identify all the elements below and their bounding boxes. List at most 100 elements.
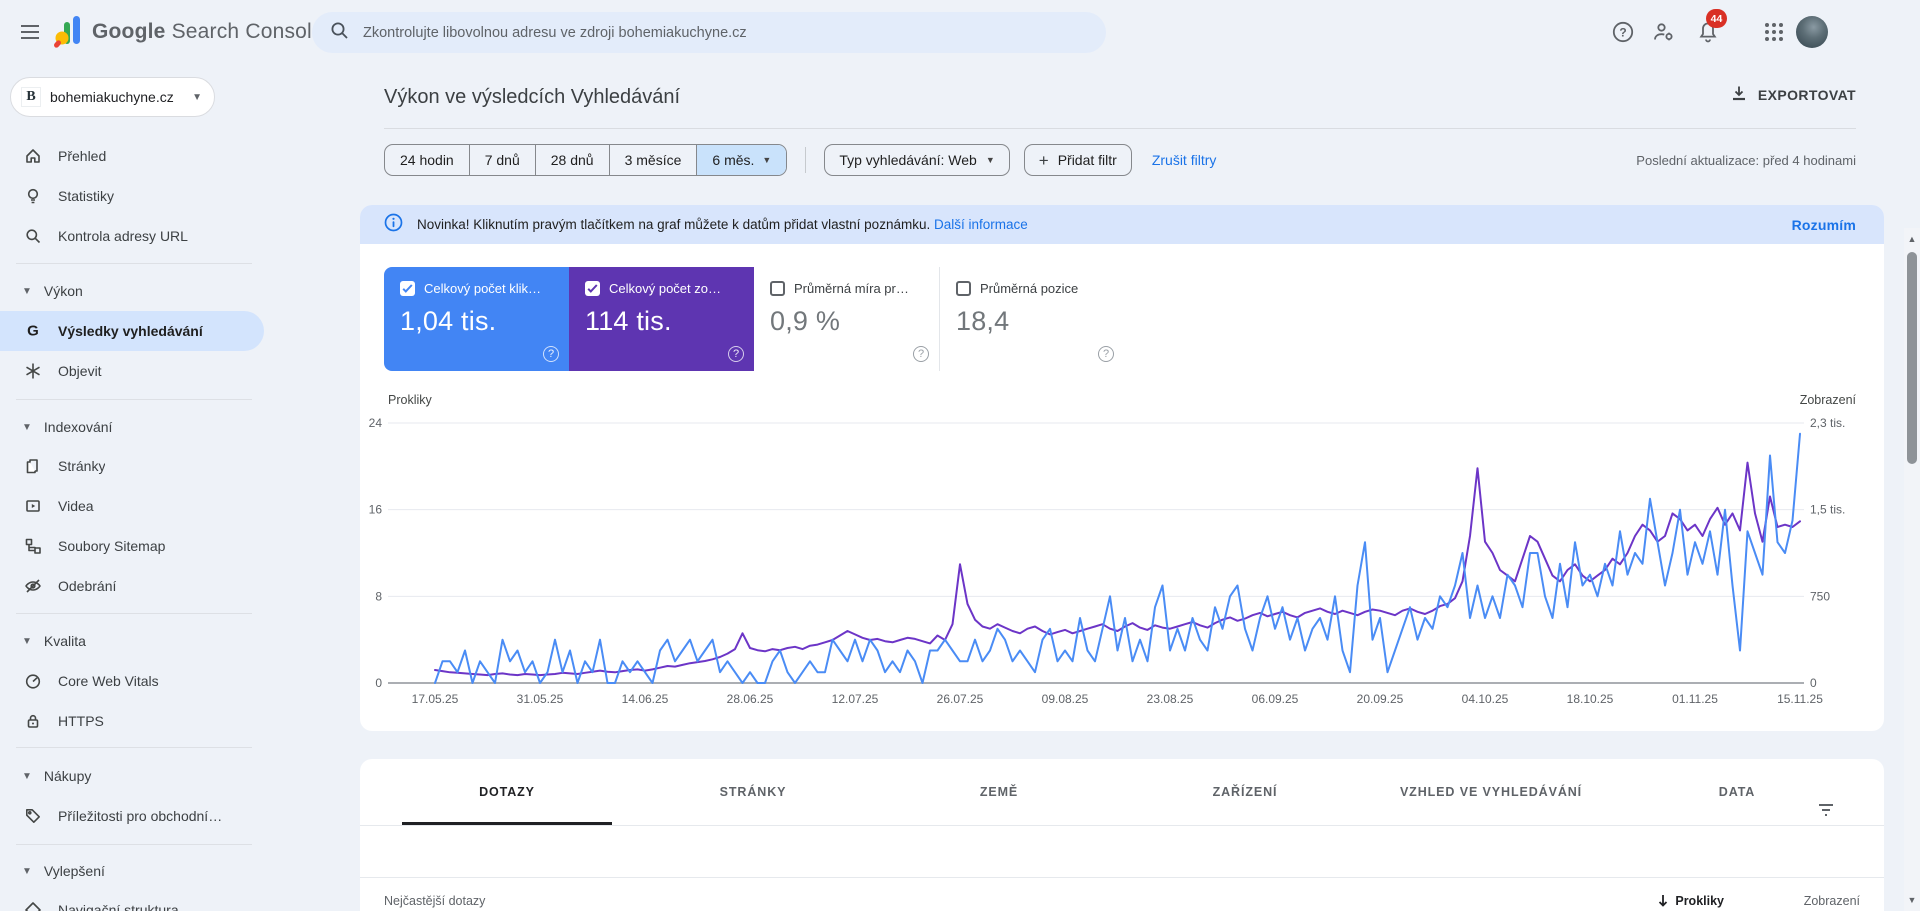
help-icon[interactable]: ? [728, 346, 744, 362]
chevron-down-icon: ▼ [22, 286, 32, 297]
chevron-down-icon: ▼ [22, 866, 32, 877]
svg-text:28.06.25: 28.06.25 [727, 692, 774, 706]
svg-text:31.05.25: 31.05.25 [517, 692, 564, 706]
range-option[interactable]: 28 dnů [535, 145, 609, 175]
metric-label: Celkový počet zo… [609, 281, 721, 296]
sidebar-item-sitemapy[interactable]: Soubory Sitemap [0, 526, 264, 566]
checkbox-unchecked-icon[interactable] [770, 281, 785, 296]
sidebar-item-kontrola-url[interactable]: Kontrola adresy URL [0, 216, 264, 256]
avatar[interactable] [1796, 16, 1828, 48]
home-icon [24, 147, 42, 165]
sidebar-item-objevit[interactable]: Objevit [0, 351, 264, 391]
sidebar-item-odebrani[interactable]: Odebrání [0, 566, 264, 606]
tag-icon [24, 807, 42, 825]
svg-text:23.08.25: 23.08.25 [1147, 692, 1194, 706]
sidebar-item-prehled[interactable]: Přehled [0, 136, 264, 176]
sidebar-item-vysledky-vyhledavani[interactable]: GVýsledky vyhledávání [0, 311, 264, 351]
sidebar-section-nakupy[interactable]: ▼Nákupy [0, 756, 264, 796]
divider [805, 147, 806, 173]
metric-label: Celkový počet klik… [424, 281, 541, 296]
tab-zem-[interactable]: ZEMĚ [876, 759, 1122, 825]
checkbox-checked-icon[interactable] [585, 281, 600, 296]
impressions-header[interactable]: Zobrazení [1724, 894, 1860, 908]
chevron-down-icon: ▼ [986, 155, 995, 165]
metric-card[interactable]: Průměrná pozice18,4? [939, 267, 1124, 371]
sidebar-section-vylepseni[interactable]: ▼Vylepšení [0, 851, 264, 891]
asterisk-icon [24, 362, 42, 380]
sidebar-label: HTTPS [58, 713, 104, 729]
scrollbar-thumb[interactable] [1907, 252, 1917, 464]
diamond-icon [24, 901, 42, 911]
scroll-up-arrow[interactable]: ▲ [1907, 234, 1917, 244]
eyeoff-icon [24, 577, 42, 595]
export-button[interactable]: EXPORTOVAT [1730, 84, 1856, 105]
performance-line-chart[interactable]: ProklikyZobrazení242,3 tis.161,5 tis.875… [360, 382, 1884, 731]
sidebar-item-statistiky[interactable]: Statistiky [0, 176, 264, 216]
sidebar-item-videa[interactable]: Videa [0, 486, 264, 526]
dimensions-panel: DOTAZYSTRÁNKYZEMĚZAŘÍZENÍVZHLED VE VYHLE… [360, 759, 1884, 911]
range-option[interactable]: 7 dnů [469, 145, 535, 175]
sidebar-section-indexovani[interactable]: ▼Indexování [0, 407, 264, 447]
sidebar-label: Nákupy [44, 768, 91, 784]
sort-down-arrow-icon [1657, 894, 1669, 908]
sidebar-label: Odebrání [58, 578, 116, 594]
help-icon[interactable]: ? [913, 346, 929, 362]
tab-dotazy[interactable]: DOTAZY [384, 759, 630, 825]
google-apps-grid-icon[interactable] [1762, 20, 1786, 44]
help-icon[interactable]: ? [1098, 346, 1114, 362]
sidebar-label: Příležitosti pro obchodní… [58, 808, 222, 824]
menu-icon[interactable] [14, 16, 46, 48]
metric-card[interactable]: Celkový počet zo…114 tis.? [569, 267, 754, 371]
help-icon[interactable]: ? [1611, 20, 1635, 44]
vertical-scrollbar[interactable]: ▲ ▼ [1904, 228, 1920, 911]
range-option[interactable]: 24 hodin [385, 145, 469, 175]
sidebar-section-vykon[interactable]: ▼Výkon [0, 271, 264, 311]
range-option[interactable]: 6 měs.▼ [696, 145, 786, 175]
bulb-icon [24, 187, 42, 205]
pages-icon [24, 457, 42, 475]
table-filter-icon[interactable] [1816, 800, 1836, 820]
metric-card[interactable]: Průměrná míra pr…0,9 %? [754, 267, 939, 371]
metric-label: Průměrná pozice [980, 281, 1078, 296]
sidebar-item-navigacni-struktura[interactable]: Navigační struktura [0, 890, 264, 911]
banner-learn-more-link[interactable]: Další informace [934, 217, 1028, 232]
notification-count-badge: 44 [1706, 9, 1727, 28]
sidebar-label: Výsledky vyhledávání [58, 323, 203, 339]
user-settings-icon[interactable] [1652, 20, 1676, 44]
svg-text:06.09.25: 06.09.25 [1252, 692, 1299, 706]
download-icon [1730, 84, 1748, 105]
url-inspection-search-input[interactable]: Zkontrolujte libovolnou adresu ve zdroji… [312, 12, 1106, 53]
tab-za-zen-[interactable]: ZAŘÍZENÍ [1122, 759, 1368, 825]
metric-card[interactable]: Celkový počet klik…1,04 tis.? [384, 267, 569, 371]
sidebar-divider [16, 747, 252, 748]
property-favicon: B [21, 87, 41, 107]
tab-str-nky[interactable]: STRÁNKY [630, 759, 876, 825]
property-selector[interactable]: B bohemiakuchyne.cz ▼ [10, 77, 215, 117]
sidebar-label: Videa [58, 498, 94, 514]
reset-filters-link[interactable]: Zrušit filtry [1152, 152, 1217, 168]
metric-value: 0,9 % [770, 306, 923, 337]
sidebar-item-https[interactable]: HTTPS [0, 701, 264, 741]
sidebar-item-prilezitosti[interactable]: Příležitosti pro obchodní… [0, 796, 264, 836]
svg-text:09.08.25: 09.08.25 [1042, 692, 1089, 706]
property-name: bohemiakuchyne.cz [50, 89, 183, 105]
range-option[interactable]: 3 měsíce [609, 145, 697, 175]
add-filter-button[interactable]: + Přidat filtr [1024, 144, 1132, 176]
sidebar-item-stranky[interactable]: Stránky [0, 446, 264, 486]
sort-by-clicks-header[interactable]: Prokliky [1657, 894, 1724, 908]
sidebar-label: Objevit [58, 363, 102, 379]
checkbox-unchecked-icon[interactable] [956, 281, 971, 296]
metric-cards: Celkový počet klik…1,04 tis.?Celkový poč… [384, 267, 1124, 371]
sidebar-section-kvalita[interactable]: ▼Kvalita [0, 621, 264, 661]
tab-vzhled-ve-vyhled-v-n-[interactable]: VZHLED VE VYHLEDÁVÁNÍ [1368, 759, 1614, 825]
sidebar-label: Stránky [58, 458, 105, 474]
search-type-button[interactable]: Typ vyhledávání: Web ▼ [824, 144, 1009, 176]
svg-text:Prokliky: Prokliky [388, 393, 433, 407]
sidebar-label: Navigační struktura [58, 902, 179, 911]
sidebar-item-cwv[interactable]: Core Web Vitals [0, 661, 264, 701]
checkbox-checked-icon[interactable] [400, 281, 415, 296]
help-icon[interactable]: ? [543, 346, 559, 362]
banner-dismiss-button[interactable]: Rozumím [1792, 217, 1856, 233]
scroll-down-arrow[interactable]: ▼ [1907, 895, 1917, 905]
last-update-text: Poslední aktualizace: před 4 hodinami [1636, 153, 1856, 168]
